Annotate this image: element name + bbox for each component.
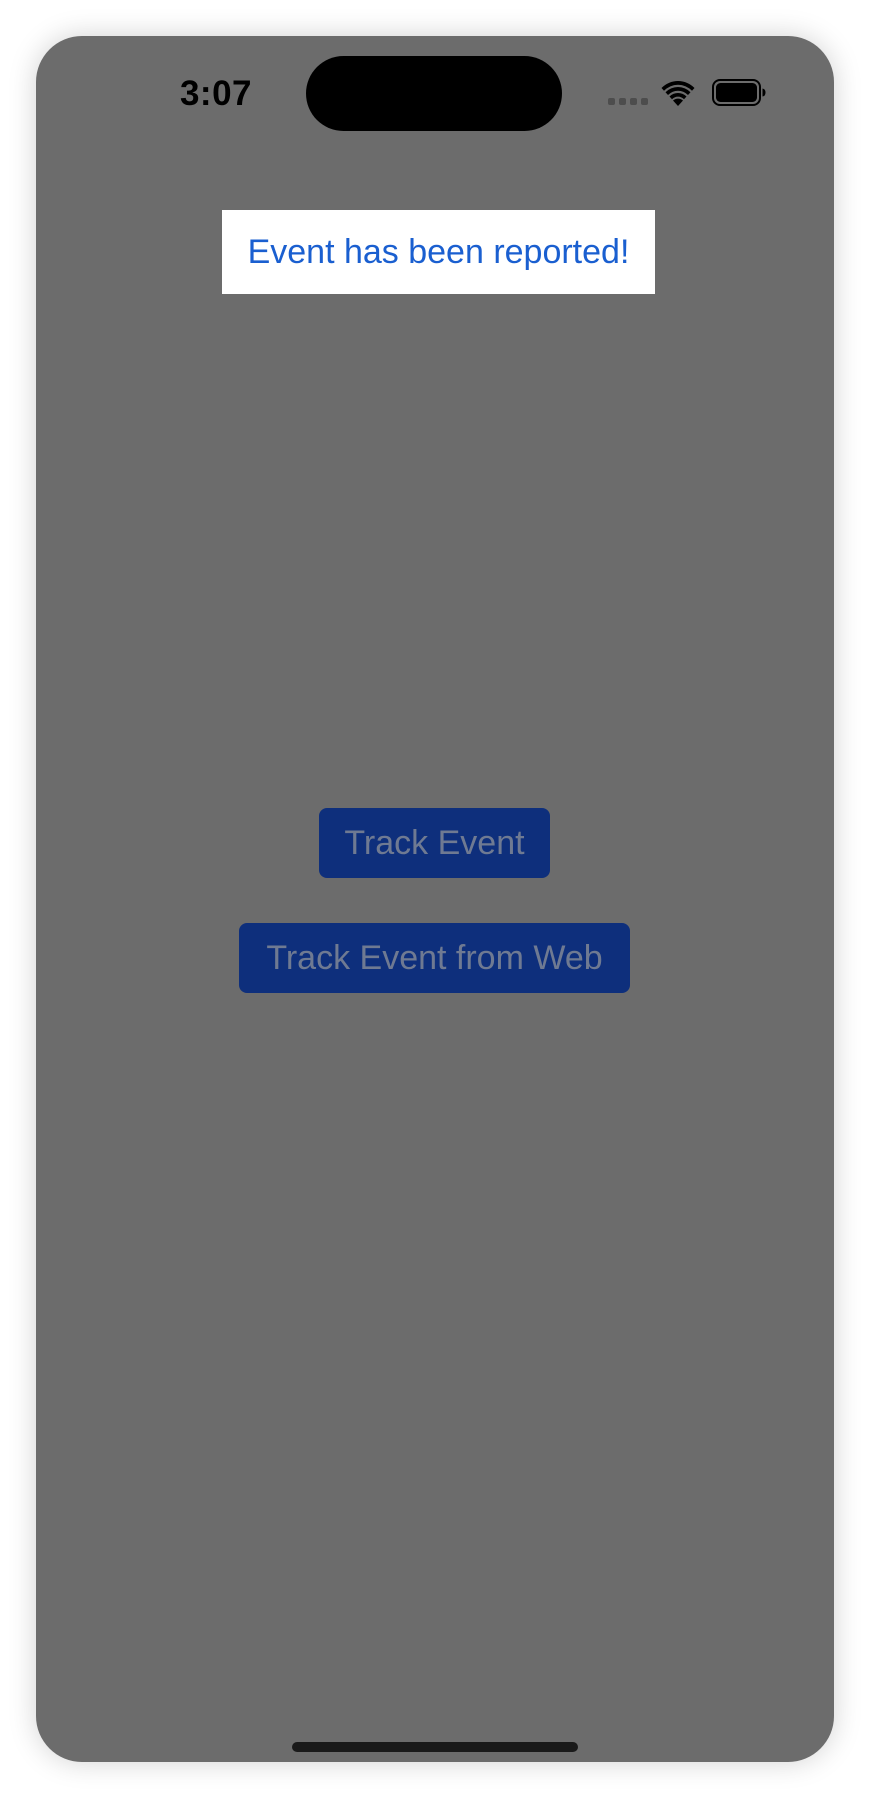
dynamic-island (306, 56, 562, 131)
home-indicator[interactable] (292, 1742, 578, 1752)
battery-icon (712, 79, 766, 106)
wifi-icon (661, 81, 695, 106)
track-event-button[interactable]: Track Event (319, 808, 550, 878)
track-event-from-web-button[interactable]: Track Event from Web (239, 923, 630, 993)
cellular-signal-icon (608, 98, 650, 106)
toast-message: Event has been reported! (247, 232, 630, 271)
status-time: 3:07 (179, 74, 253, 113)
phone-screen: 3:07 Event has been reported! Track Even… (36, 36, 834, 1762)
event-reported-toast: Event has been reported! (222, 210, 655, 294)
